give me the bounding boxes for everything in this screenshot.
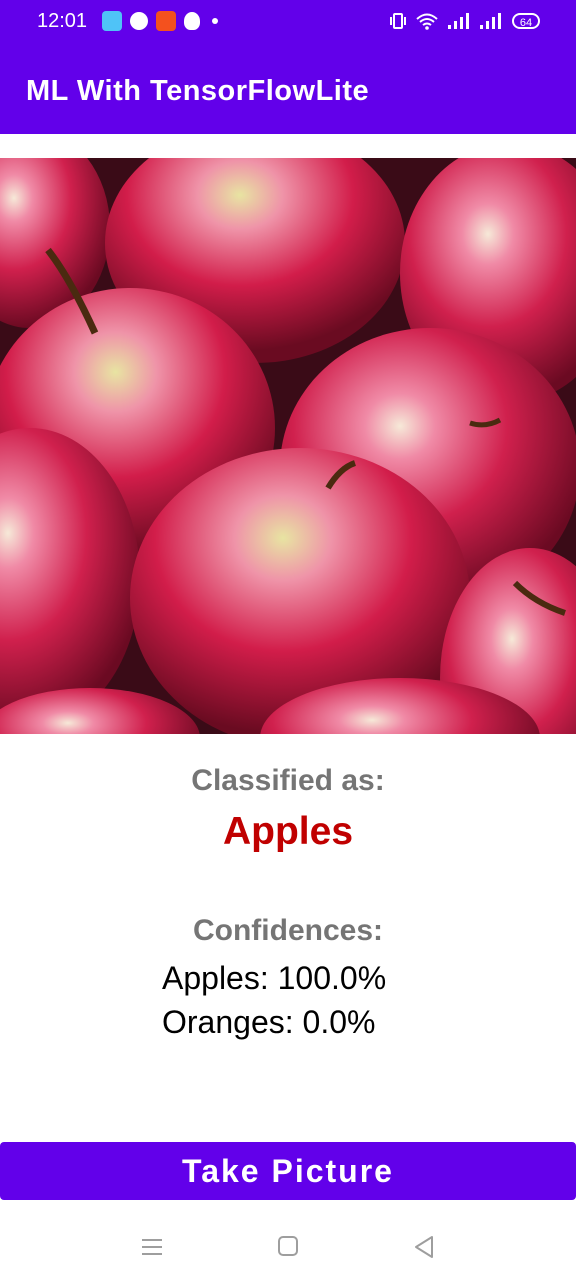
home-icon[interactable] xyxy=(274,1232,304,1262)
notification-icons xyxy=(102,11,218,31)
app-notification-icon xyxy=(102,11,122,31)
vibrate-icon xyxy=(390,13,406,29)
app-title: ML With TensorFlowLite xyxy=(26,75,370,107)
confidence-item: Oranges: 0.0% xyxy=(162,1004,376,1040)
back-icon[interactable] xyxy=(410,1232,440,1262)
system-icons: 64 xyxy=(390,12,540,30)
facebook-icon xyxy=(130,12,148,30)
app-notification-icon xyxy=(156,11,176,31)
classified-label: Classified as: xyxy=(191,764,385,797)
apples-image xyxy=(0,158,576,734)
take-picture-button[interactable]: Take Picture xyxy=(0,1142,576,1200)
captured-photo xyxy=(0,158,576,734)
status-time: 12:01 xyxy=(37,10,88,32)
signal-icon xyxy=(480,13,501,29)
snapchat-icon xyxy=(184,12,200,30)
signal-icon xyxy=(448,13,469,29)
navigation-bar xyxy=(0,1204,576,1280)
confidence-item: Apples: 100.0% xyxy=(162,960,387,996)
app-bar: ML With TensorFlowLite xyxy=(0,44,576,134)
dot-icon xyxy=(212,18,218,24)
status-bar: 12:01 64 xyxy=(0,0,576,44)
classification-result: Apples xyxy=(222,810,354,853)
confidences-label: Confidences: xyxy=(192,914,384,947)
menu-icon[interactable] xyxy=(138,1232,168,1262)
battery-icon: 64 xyxy=(512,13,540,29)
wifi-icon xyxy=(416,13,438,30)
confidences-list: Apples: 100.0% Oranges: 0.0% xyxy=(162,956,386,1044)
